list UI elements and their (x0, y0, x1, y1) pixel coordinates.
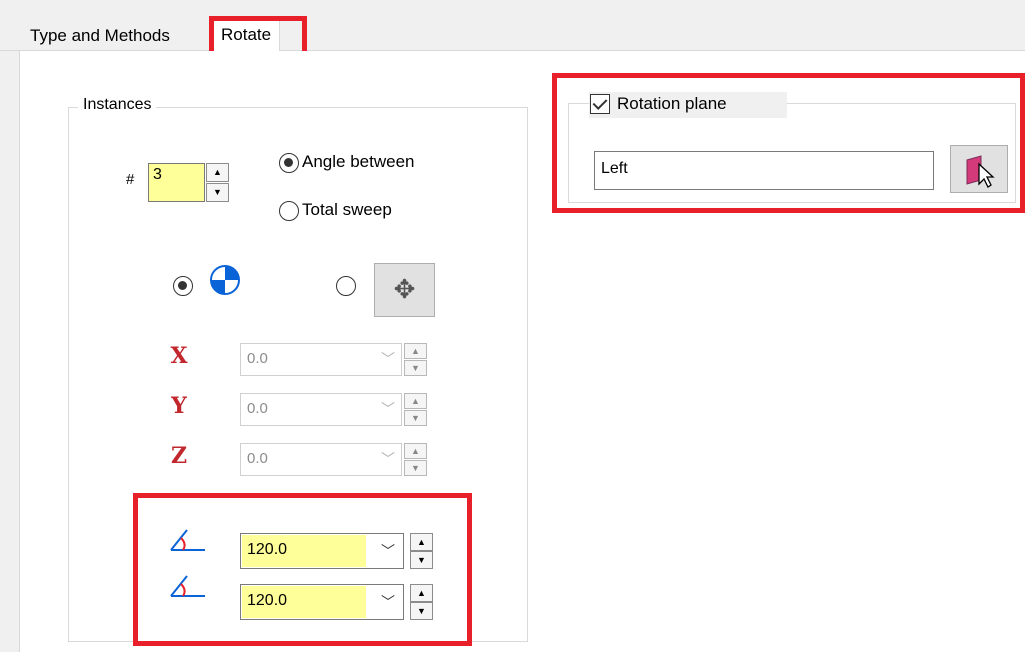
origin-center-radio[interactable] (173, 276, 193, 296)
instances-group-label: Instances (78, 96, 157, 114)
move-triad-button[interactable]: ✥ (374, 263, 435, 317)
coordinate-origin-icon (209, 264, 241, 296)
angle-highlight (133, 493, 472, 646)
y-value-spinner: ▲ ▼ (404, 393, 427, 426)
z-value-spinner: ▲ ▼ (404, 443, 427, 476)
angle-between-radio[interactable] (279, 153, 299, 173)
tab-type-and-methods[interactable]: Type and Methods (24, 21, 176, 51)
z-axis-icon: Z (170, 443, 188, 469)
chevron-down-icon: ﹀ (381, 351, 395, 367)
spin-up-icon: ▲ (404, 443, 427, 459)
move-triad-icon: ✥ (393, 274, 416, 304)
instance-count-spinner[interactable]: ▲ ▼ (206, 163, 229, 202)
spin-down-icon: ▼ (404, 460, 427, 476)
total-sweep-label: Total sweep (302, 200, 392, 219)
chevron-down-icon: ﹀ (381, 451, 395, 467)
x-value-spinner: ▲ ▼ (404, 343, 427, 376)
chevron-down-icon: ﹀ (381, 401, 395, 417)
angle-between-label: Angle between (302, 152, 415, 171)
z-value-combo: 0.0 ﹀ (240, 443, 402, 476)
y-value-combo: 0.0 ﹀ (240, 393, 402, 426)
total-sweep-radio[interactable] (279, 201, 299, 221)
spin-down-icon: ▼ (404, 360, 427, 376)
rotation-plane-highlight (552, 73, 1025, 213)
spin-up-icon: ▲ (404, 343, 427, 359)
spin-down-icon: ▼ (404, 410, 427, 426)
spin-down-icon[interactable]: ▼ (206, 183, 229, 202)
instance-count-label: # (126, 171, 135, 188)
x-value-combo: 0.0 ﹀ (240, 343, 402, 376)
spin-up-icon: ▲ (404, 393, 427, 409)
custom-center-radio[interactable] (336, 276, 356, 296)
instance-count-input[interactable]: 3 (148, 163, 205, 202)
y-axis-icon: Y (171, 393, 187, 419)
spin-up-icon[interactable]: ▲ (206, 163, 229, 182)
x-axis-icon: X (170, 343, 188, 369)
